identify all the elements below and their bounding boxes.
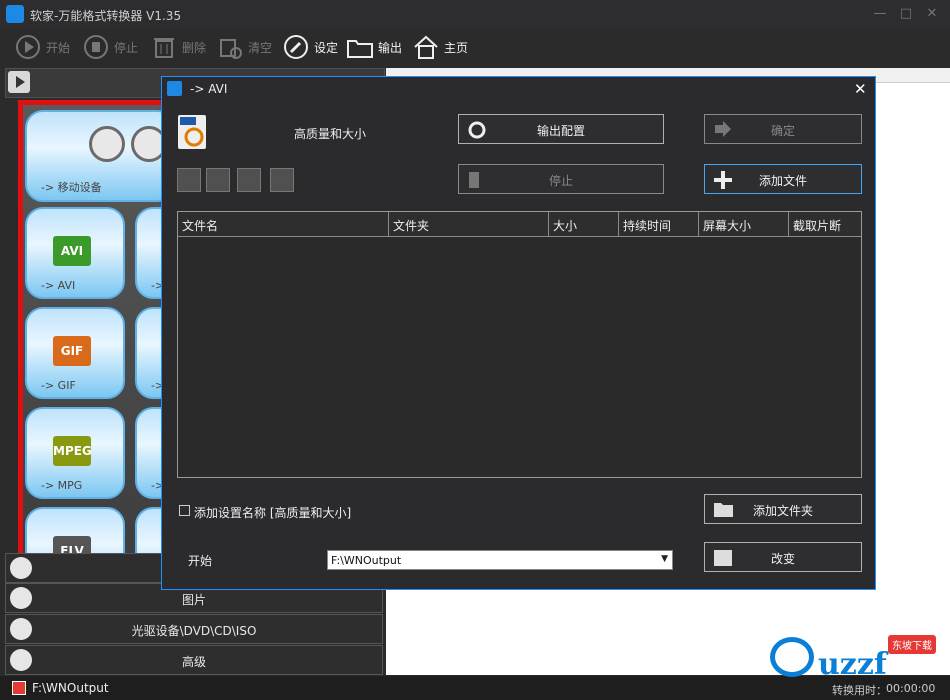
column-screen-size[interactable]: 屏幕大小 [699, 212, 789, 236]
avi-dialog: -> AVI ✕ 高质量和大小 输出配置 确定 停止 添加文件 文件名 文件夹 … [161, 76, 876, 590]
title-bar: 软家-万能格式转换器 V1.35 — □ ✕ [0, 0, 950, 28]
watermark-text: uzzf [818, 647, 887, 682]
button-label: 停止 [548, 174, 573, 188]
tile-gif[interactable]: GIF -> GIF [25, 307, 125, 399]
output-config-button[interactable]: 输出配置 [458, 114, 664, 144]
start-button[interactable]: 开始 [14, 32, 70, 62]
stop-label: 停止 [114, 40, 139, 55]
delete-label: 删除 [182, 40, 207, 55]
stop-icon [82, 33, 110, 61]
music-icon [10, 557, 32, 579]
trash-icon [150, 33, 178, 61]
format-tile-grid: -> 移动设备 AVI -> AVI -> GIF -> GIF -> MPEG… [18, 100, 170, 565]
app-title: 软家-万能格式转换器 V1.35 [30, 9, 182, 23]
category-disc[interactable]: 光驱设备\DVD\CD\ISO [5, 614, 383, 644]
tile-label: -> GIF [41, 379, 76, 392]
tile-label: -> MPG [41, 479, 83, 492]
column-duration[interactable]: 持续时间 [619, 212, 699, 236]
output-label: 输出 [378, 40, 403, 55]
tile-avi[interactable]: AVI -> AVI [25, 207, 125, 299]
button-label: 确定 [770, 124, 795, 138]
file-list-header: 文件名 文件夹 大小 持续时间 屏幕大小 截取片断 [178, 212, 861, 237]
chevron-down-icon: ▼ [661, 554, 668, 564]
app-small-icon [167, 81, 182, 96]
category-label: 高级 [181, 655, 206, 669]
clear-button[interactable]: 清空 [216, 32, 272, 62]
stop-button[interactable]: 停止 [82, 32, 138, 62]
column-clip[interactable]: 截取片断 [789, 212, 861, 236]
home-icon [412, 33, 440, 61]
file-list-table[interactable]: 文件名 文件夹 大小 持续时间 屏幕大小 截取片断 [177, 211, 862, 478]
info-small-icon[interactable] [270, 168, 294, 192]
home-button[interactable]: 主页 [412, 32, 468, 62]
avi-file-icon: AVI [53, 236, 91, 266]
start-path-label: 开始 [188, 554, 213, 568]
settings-label: 设定 [314, 40, 339, 55]
play-icon [14, 33, 42, 61]
apple-icon [89, 126, 125, 162]
minimize-icon[interactable]: — [872, 6, 888, 22]
close-window-icon[interactable]: ✕ [924, 6, 940, 22]
clear-icon [216, 33, 244, 61]
add-profile-name-label: 添加设置名称 [高质量和大小] [194, 506, 352, 520]
dialog-title-bar: -> AVI ✕ [162, 77, 875, 101]
conversion-time-label: 转换用时： [832, 684, 887, 697]
tile-mpg[interactable]: MPEG -> MPG [25, 407, 125, 499]
wrench-icon [282, 33, 310, 61]
add-file-small-icon[interactable] [177, 168, 201, 192]
status-bar: F:\WNOutput 转换用时： 00:00:00 [0, 676, 950, 700]
tile-label: -> AVI [41, 279, 76, 292]
change-button[interactable]: 改变 [704, 542, 862, 572]
delete-button[interactable]: 删除 [150, 32, 206, 62]
home-label: 主页 [444, 40, 469, 55]
category-label: 光驱设备\DVD\CD\ISO [131, 624, 257, 638]
watermark-tag: 东坡下载 [888, 635, 936, 654]
category-label: 图片 [181, 593, 206, 607]
profile-label: 高质量和大小 [294, 127, 367, 141]
play-small-icon[interactable] [237, 168, 261, 192]
mpeg-file-icon: MPEG [53, 436, 92, 466]
folder-icon [346, 33, 374, 61]
column-folder[interactable]: 文件夹 [389, 212, 549, 236]
confirm-button[interactable]: 确定 [704, 114, 862, 144]
gif-file-icon: GIF [53, 336, 91, 366]
maximize-icon[interactable]: □ [898, 6, 914, 22]
button-label: 添加文件夹 [752, 504, 813, 518]
output-path-value: F:\WNOutput [331, 554, 402, 567]
tile-mobile-devices[interactable]: -> 移动设备 [25, 110, 165, 202]
watermark: uzzf 东坡下载 [770, 633, 942, 682]
column-size[interactable]: 大小 [549, 212, 619, 236]
output-button[interactable]: 输出 [346, 32, 402, 62]
dialog-stop-button[interactable]: 停止 [458, 164, 664, 194]
button-label: 添加文件 [758, 174, 807, 188]
button-label: 输出配置 [536, 124, 585, 138]
preview-play-button[interactable] [8, 71, 30, 93]
add-file-button[interactable]: 添加文件 [704, 164, 862, 194]
output-path-select[interactable]: F:\WNOutput ▼ [327, 550, 673, 570]
column-filename[interactable]: 文件名 [178, 212, 389, 236]
close-icon[interactable]: ✕ [854, 80, 867, 98]
start-label: 开始 [46, 40, 71, 55]
category-advanced[interactable]: 高级 [5, 645, 383, 675]
watermark-logo-icon [770, 637, 814, 677]
edit-file-small-icon[interactable] [206, 168, 230, 192]
clear-label: 清空 [248, 40, 273, 55]
avi-format-icon [178, 115, 206, 149]
app-logo-icon [6, 5, 24, 23]
toolbar: 开始 停止 删除 清空 设定 输出 主页 [0, 28, 950, 66]
add-folder-button[interactable]: 添加文件夹 [704, 494, 862, 524]
add-profile-name-checkbox[interactable] [179, 505, 190, 516]
conversion-time-value: 00:00:00 [886, 682, 936, 695]
output-folder-icon [12, 681, 26, 695]
status-output-path[interactable]: F:\WNOutput [32, 681, 109, 695]
tile-label: -> 移动设备 [41, 181, 102, 194]
button-label: 改变 [770, 552, 795, 566]
dialog-title: -> AVI [190, 82, 228, 96]
settings-button[interactable]: 设定 [282, 32, 338, 62]
